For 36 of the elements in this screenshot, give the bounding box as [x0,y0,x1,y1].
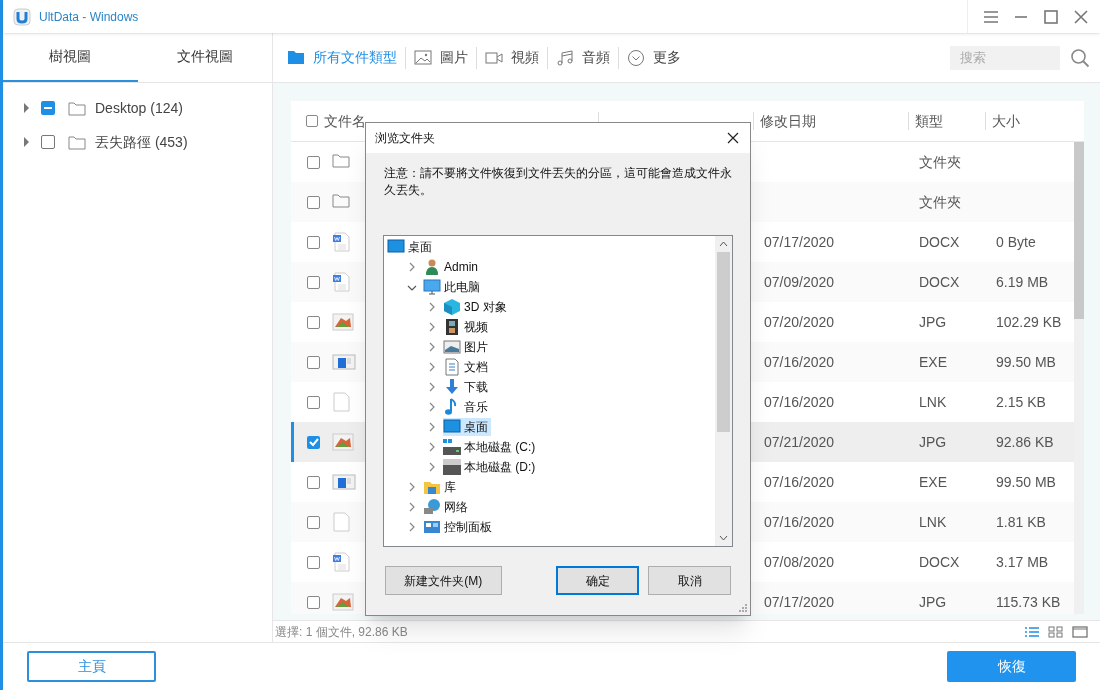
table-cell: 文件夾 [919,193,961,210]
table-cell: 102.29 KB [996,313,1062,330]
table-cell: 2.15 KB [996,393,1046,410]
table-cell: EXE [919,353,947,370]
dialog-title: 浏览文件夹 [375,130,435,147]
table-cell: 07/17/2020 [764,233,835,250]
table-cell: LNK [919,393,947,410]
table-cell: 07/17/2020 [764,593,835,610]
table-cell: 07/16/2020 [764,513,835,530]
table-cell: 07/20/2020 [764,313,835,330]
table-cell: DOCX [919,273,960,290]
table-cell: 07/08/2020 [764,553,835,570]
table-cell: 115.73 KB [996,593,1061,610]
table-cell: JPG [919,433,947,450]
table-cell: 6.19 MB [996,273,1049,290]
table-cell: DOCX [919,553,960,570]
table-cell: 文件夾 [919,153,961,170]
window-title: UltData - Windows [39,8,139,26]
table-cell: 1.81 KB [996,513,1046,530]
table-cell: 3.17 MB [996,553,1049,570]
table-cell: 0 Byte [996,233,1036,250]
status-text: 選擇: 1 個文件, 92.86 KB [275,623,408,641]
table-cell: LNK [919,513,947,530]
table-cell: 07/16/2020 [764,353,835,370]
table-cell: 99.50 MB [996,353,1056,370]
table-cell: 07/16/2020 [764,473,835,490]
table-cell: JPG [919,313,947,330]
table-cell: JPG [919,593,947,610]
table-cell: EXE [919,473,947,490]
table-cell: 07/16/2020 [764,393,835,410]
table-cell: DOCX [919,233,960,250]
warning-text: 注意：請不要將文件恢復到文件丟失的分區，這可能會造成文件永久丟失。 [384,165,732,199]
table-cell: 07/21/2020 [764,433,835,450]
table-cell: 99.50 MB [996,473,1056,490]
table-cell: 92.86 KB [996,433,1054,450]
table-cell: 07/09/2020 [764,273,835,290]
